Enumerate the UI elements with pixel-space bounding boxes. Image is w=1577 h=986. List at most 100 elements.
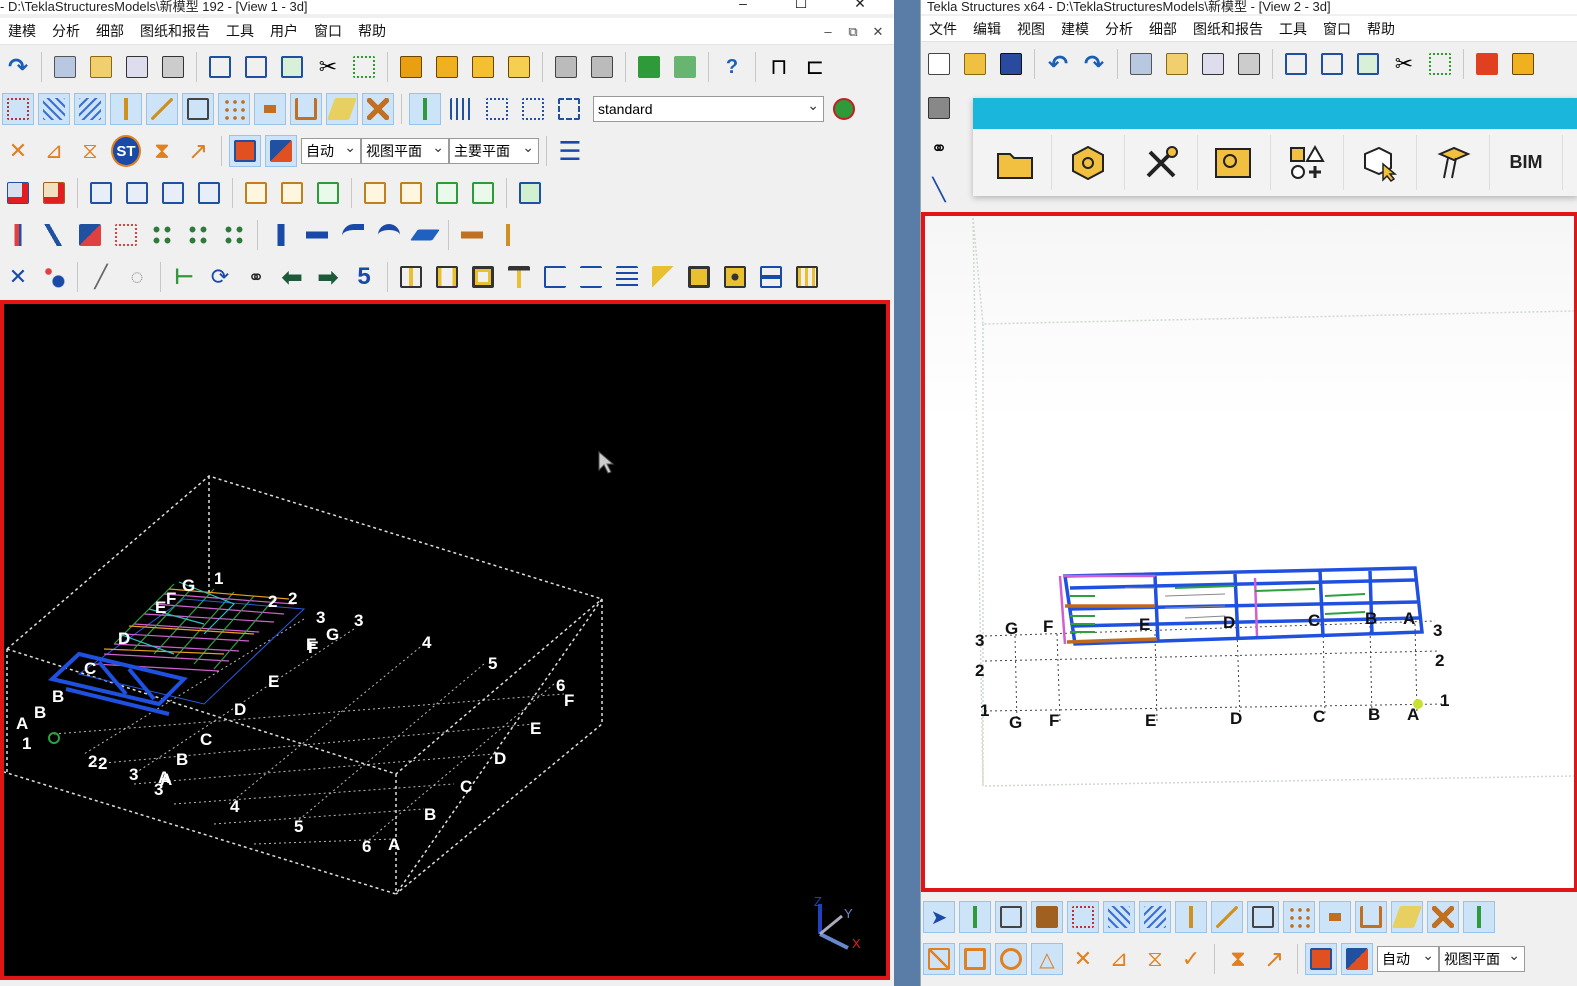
component3-button[interactable] bbox=[218, 219, 250, 251]
select-cut-button-right[interactable] bbox=[1427, 901, 1459, 933]
select-area-button-right[interactable] bbox=[1424, 48, 1456, 80]
left-menu-item-4[interactable]: 工具 bbox=[218, 21, 262, 41]
right-menu-item-0[interactable]: 文件 bbox=[921, 19, 965, 39]
copy-button-right[interactable] bbox=[1125, 48, 1157, 80]
construction-circle-button[interactable]: ◌ bbox=[121, 261, 153, 293]
select-grid-button-right[interactable] bbox=[1103, 901, 1135, 933]
open-drawing3-button[interactable] bbox=[312, 177, 344, 209]
right-menu-item-6[interactable]: 图纸和报告 bbox=[1185, 19, 1271, 39]
select-rebar-set-button[interactable] bbox=[481, 93, 513, 125]
back-button[interactable]: ⬅ bbox=[276, 261, 308, 293]
select-rebar-button[interactable] bbox=[445, 93, 477, 125]
xyz-button[interactable] bbox=[1471, 48, 1503, 80]
select-tree-button-right[interactable] bbox=[1463, 901, 1495, 933]
snap-hourglass-button[interactable]: ⧗ bbox=[146, 135, 178, 167]
snap-plane3-button[interactable] bbox=[467, 51, 499, 83]
create-pad-button[interactable] bbox=[110, 219, 142, 251]
snap-square-button[interactable] bbox=[959, 943, 991, 975]
window-button[interactable] bbox=[204, 51, 236, 83]
profile-flat-button[interactable] bbox=[755, 261, 787, 293]
create-column-button[interactable] bbox=[2, 219, 34, 251]
filter-settings-button[interactable] bbox=[828, 93, 860, 125]
select-mesh-button[interactable] bbox=[517, 93, 549, 125]
plane-combo[interactable]: 视图平面 bbox=[361, 135, 449, 164]
right-menu-item-4[interactable]: 分析 bbox=[1097, 19, 1141, 39]
mdi-minimize-icon[interactable]: – bbox=[818, 24, 838, 39]
ribbon-bim-button[interactable]: BIM bbox=[1490, 135, 1563, 190]
snap-workplane-toggle[interactable] bbox=[265, 135, 297, 167]
select-channel-button-right[interactable] bbox=[1355, 901, 1387, 933]
minimize-button[interactable]: – bbox=[728, 0, 758, 11]
left-menu-item-2[interactable]: 细部 bbox=[88, 21, 132, 41]
undo-button[interactable]: ↶ bbox=[1042, 48, 1074, 80]
ribbon-drawing-settings-button[interactable] bbox=[1198, 135, 1271, 190]
maximize-button[interactable]: ☐ bbox=[786, 0, 816, 11]
find-button-right[interactable]: ⚭ bbox=[923, 132, 955, 164]
find-button[interactable]: ⚭ bbox=[240, 261, 272, 293]
profile-t-button[interactable] bbox=[503, 261, 535, 293]
select-pour-button-right[interactable] bbox=[959, 901, 991, 933]
construction-line-button[interactable]: ╱ bbox=[85, 261, 117, 293]
split-view-button[interactable] bbox=[240, 51, 272, 83]
right-menu-item-5[interactable]: 细部 bbox=[1141, 19, 1185, 39]
phase2-button[interactable] bbox=[669, 51, 701, 83]
right-menu-item-2[interactable]: 视图 bbox=[1009, 19, 1053, 39]
select-slab-button[interactable] bbox=[326, 93, 358, 125]
main-plane-combo[interactable]: 主要平面 bbox=[449, 135, 539, 164]
component2-button[interactable] bbox=[182, 219, 214, 251]
report4-button[interactable] bbox=[467, 177, 499, 209]
left-menu-item-0[interactable]: 建模 bbox=[0, 21, 44, 41]
select-box-button-right[interactable] bbox=[1247, 901, 1279, 933]
snap-hourglass-button-right[interactable]: ⧗ bbox=[1222, 943, 1254, 975]
model-3d-canvas-left[interactable]: G 12 2E FF3 3G 45F6FEDEDDCBABA12 23 AB3 C456ABC … bbox=[4, 304, 886, 976]
plane-combo-right[interactable]: 视图平面 bbox=[1439, 943, 1525, 972]
forward-button[interactable]: ➡ bbox=[312, 261, 344, 293]
snap-perp-button-right[interactable]: ⊿ bbox=[1103, 943, 1135, 975]
snap-plane2-button[interactable] bbox=[431, 51, 463, 83]
component-button[interactable] bbox=[146, 219, 178, 251]
attributes-button-right[interactable] bbox=[1233, 48, 1265, 80]
cut-button[interactable]: ✂ bbox=[312, 51, 344, 83]
ribbon-select-object-button[interactable] bbox=[1344, 135, 1417, 190]
profile-box-button[interactable] bbox=[467, 261, 499, 293]
profile-c-button[interactable] bbox=[539, 261, 571, 293]
report3-button[interactable] bbox=[431, 177, 463, 209]
right-menu-item-1[interactable]: 编辑 bbox=[965, 19, 1009, 39]
view-1-3d-viewport[interactable]: G122EFF33G45F6FEDEDDCBABA1223AB3C456ABC … bbox=[0, 300, 890, 980]
snap-cross-button[interactable]: ✕ bbox=[2, 135, 34, 167]
attributes-button[interactable] bbox=[157, 51, 189, 83]
select-grid-button[interactable] bbox=[38, 93, 70, 125]
select-area-button[interactable] bbox=[348, 51, 380, 83]
work-plane-button[interactable]: ⊢ bbox=[168, 261, 200, 293]
plane-button-right[interactable] bbox=[1507, 48, 1539, 80]
snap-depth-combo[interactable]: 自动 bbox=[301, 135, 361, 164]
snap-circle-button[interactable] bbox=[995, 943, 1027, 975]
line-button[interactable]: ╲ bbox=[923, 174, 955, 206]
create-beam-button[interactable] bbox=[38, 219, 70, 251]
split-view-button-right[interactable] bbox=[1316, 48, 1348, 80]
curved-beam-button[interactable] bbox=[373, 219, 405, 251]
ribbon-component-button[interactable] bbox=[1052, 135, 1125, 190]
properties-button[interactable] bbox=[121, 51, 153, 83]
export-button[interactable] bbox=[514, 177, 546, 209]
properties-button-right[interactable] bbox=[1197, 48, 1229, 80]
drawing-check-button[interactable] bbox=[2, 177, 34, 209]
report2-button[interactable] bbox=[395, 177, 427, 209]
ga-drawing-button[interactable] bbox=[193, 177, 225, 209]
ribbon-open-button[interactable] bbox=[979, 135, 1052, 190]
frame-button[interactable]: ⊓ bbox=[763, 51, 795, 83]
cut-button-right[interactable]: ✂ bbox=[1388, 48, 1420, 80]
move-button[interactable] bbox=[586, 51, 618, 83]
right-menu-item-7[interactable]: 工具 bbox=[1271, 19, 1315, 39]
help-button[interactable]: ? bbox=[716, 51, 748, 83]
left-menu-item-3[interactable]: 图纸和报告 bbox=[132, 21, 218, 41]
redo-button-right[interactable]: ↷ bbox=[1078, 48, 1110, 80]
select-plate-button-right[interactable] bbox=[1031, 901, 1063, 933]
snap-plane-toggle[interactable] bbox=[229, 135, 261, 167]
paste-button-right[interactable] bbox=[1161, 48, 1193, 80]
report-button[interactable] bbox=[359, 177, 391, 209]
hide-button[interactable] bbox=[550, 51, 582, 83]
select-gridline-button-right[interactable] bbox=[1139, 901, 1171, 933]
redo-button[interactable]: ↷ bbox=[2, 51, 34, 83]
snap-perp-button[interactable]: ⊿ bbox=[38, 135, 70, 167]
